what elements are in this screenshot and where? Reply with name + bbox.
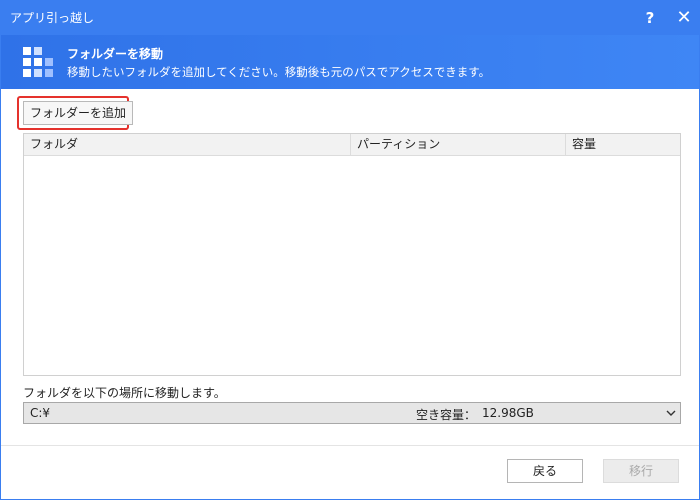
destination-label: フォルダを以下の場所に移動します。 <box>23 386 226 400</box>
destination-dropdown[interactable]: C:¥ 空き容量： 12.98GB <box>23 402 681 424</box>
close-button[interactable]: ✕ <box>671 5 697 31</box>
column-header-folder[interactable]: フォルダ <box>24 134 350 156</box>
free-space-label: 空き容量： <box>416 408 477 422</box>
migrate-button[interactable]: 移行 <box>603 459 679 483</box>
footer-divider <box>1 445 699 446</box>
header-subtitle: 移動したいフォルダを追加してください。移動後も元のパスでアクセスできます。 <box>67 65 491 79</box>
folder-table[interactable]: フォルダ パーティション 容量 <box>23 133 681 376</box>
window-title: アプリ引っ越し <box>10 11 95 25</box>
title-bar[interactable]: アプリ引っ越し ? ✕ <box>1 1 699 35</box>
chevron-down-icon[interactable] <box>664 405 678 421</box>
table-header: フォルダ パーティション 容量 <box>24 134 680 156</box>
header-title: フォルダーを移動 <box>67 47 164 61</box>
header-banner: フォルダーを移動 移動したいフォルダを追加してください。移動後も元のパスでアクセ… <box>1 35 699 89</box>
column-header-capacity[interactable]: 容量 <box>565 134 680 156</box>
app-window: アプリ引っ越し ? ✕ フォルダーを移動 移動したいフォルダを追加してください。… <box>0 0 700 500</box>
destination-drive: C:¥ <box>30 406 51 420</box>
add-folder-button[interactable]: フォルダーを追加 <box>23 101 133 125</box>
help-button[interactable]: ? <box>637 5 663 31</box>
free-space-value: 12.98GB <box>482 406 534 420</box>
column-header-partition[interactable]: パーティション <box>350 134 565 156</box>
back-button[interactable]: 戻る <box>507 459 583 483</box>
grid-blocks-icon <box>23 47 53 77</box>
